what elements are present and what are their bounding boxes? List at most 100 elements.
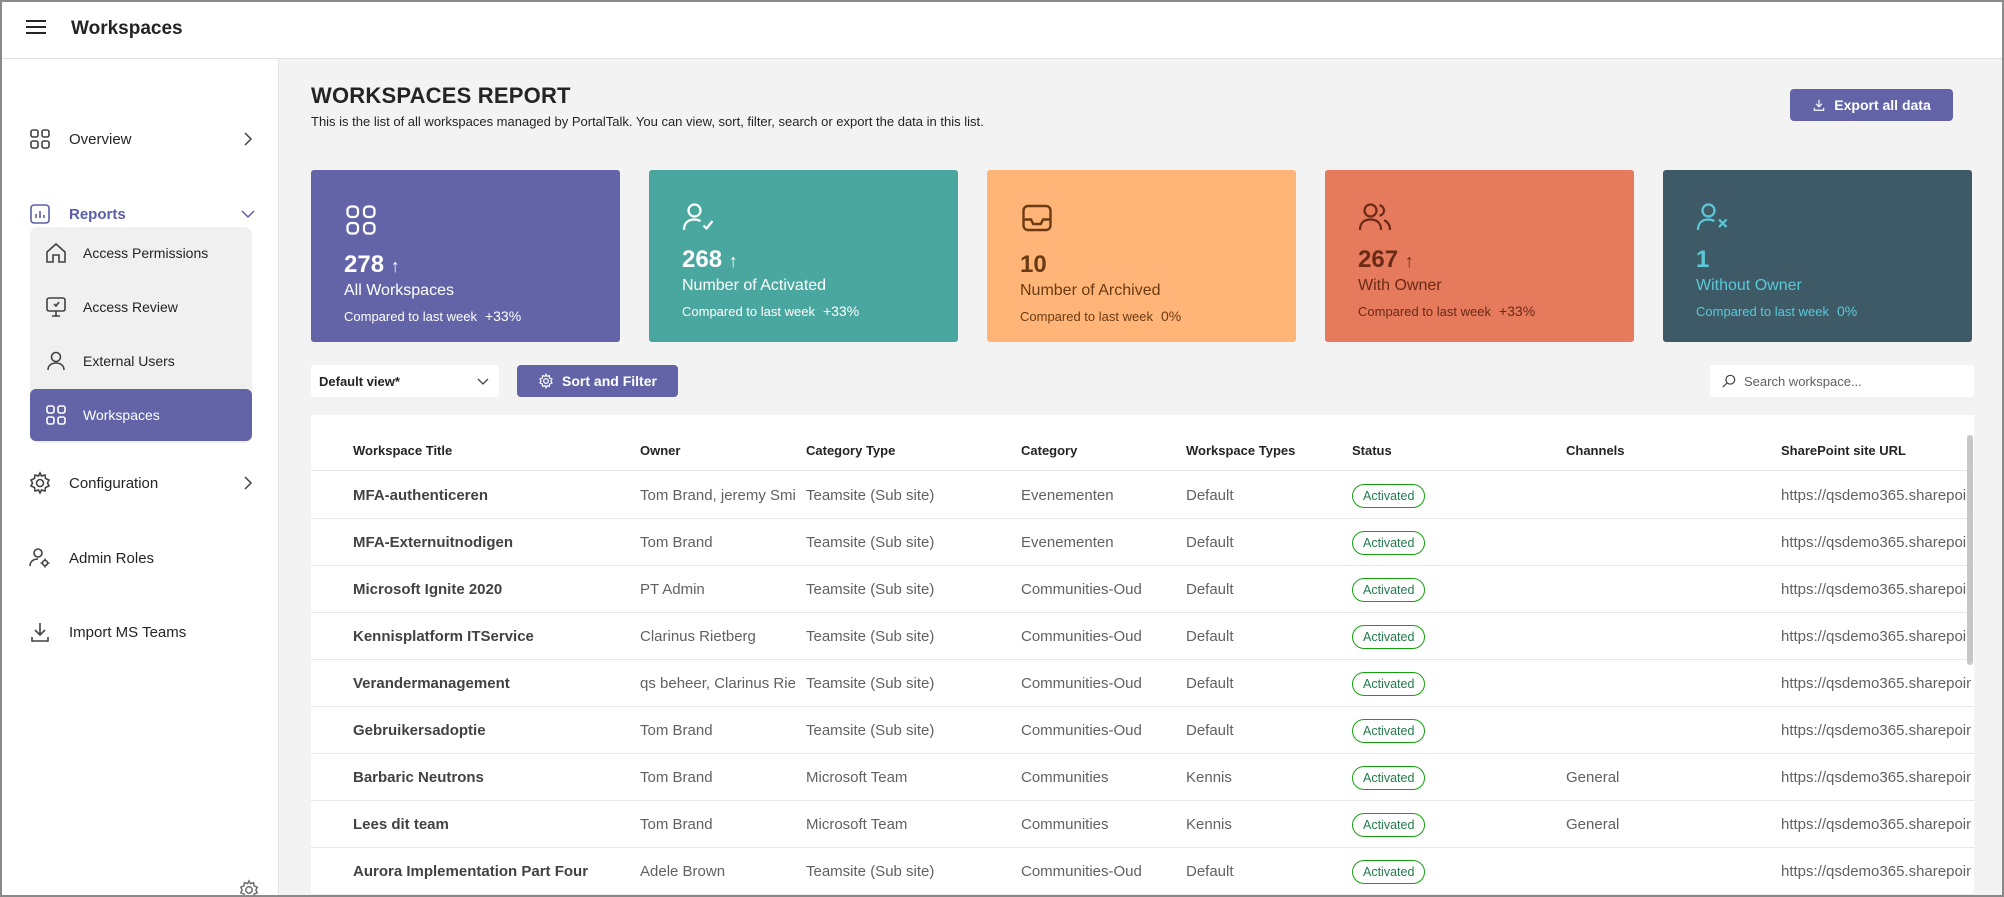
table-cell: Tom Brand bbox=[640, 722, 713, 739]
card-percent: +33% bbox=[484, 308, 522, 324]
table-cell: Default bbox=[1186, 675, 1234, 692]
sub-item-access-review[interactable]: Access Review bbox=[30, 281, 252, 333]
table-cell: General bbox=[1566, 816, 1620, 833]
search-input[interactable] bbox=[1744, 365, 1969, 397]
card-compare: Compared to last week bbox=[1020, 309, 1153, 324]
nav-import-ms-teams[interactable]: Import MS Teams bbox=[2, 604, 279, 660]
hamburger-menu-icon[interactable] bbox=[26, 20, 46, 38]
table-row[interactable]: Aurora Implementation Part Four Adele Bro… bbox=[311, 848, 1974, 895]
view-dropdown[interactable]: Default view* bbox=[311, 365, 499, 397]
stat-card-with-owner: 267 ↑ With Owner Compared to last week +3… bbox=[1325, 170, 1634, 342]
table-cell: https://qsdemo365.sharepoint.com bbox=[1781, 722, 1971, 739]
column-header[interactable]: Workspace Types bbox=[1186, 443, 1295, 458]
table-cell: Kennisplatform ITService bbox=[353, 628, 534, 645]
column-header[interactable]: Workspace Title bbox=[353, 443, 452, 458]
table-cell: Evenementen bbox=[1021, 534, 1114, 551]
search-icon bbox=[1722, 374, 1736, 388]
table-row[interactable]: Gebruikersadoptie Tom Brand Teamsite (Sub … bbox=[311, 707, 1974, 754]
status-badge: Activated bbox=[1352, 625, 1426, 649]
table-row[interactable]: Verandermanagement qs beheer, Clarinus Ri… bbox=[311, 660, 1974, 707]
sub-item-workspaces[interactable]: Workspaces bbox=[30, 389, 252, 441]
table-cell: MFA-Externuitnodigen bbox=[353, 534, 513, 551]
table-cell: Communities-Oud bbox=[1021, 863, 1142, 880]
column-header[interactable]: Owner bbox=[640, 443, 680, 458]
nav-admin-roles-label: Admin Roles bbox=[69, 549, 155, 567]
nav-overview[interactable]: Overview bbox=[2, 111, 279, 167]
app-window: Workspaces Overview Reports Access Permi… bbox=[0, 0, 2004, 897]
table-cell: Default bbox=[1186, 628, 1234, 645]
table-cell: Microsoft Ignite 2020 bbox=[353, 581, 503, 598]
column-header[interactable]: Category Type bbox=[806, 443, 895, 458]
table-cell: Teamsite (Sub site) bbox=[806, 487, 935, 504]
table-cell: Default bbox=[1186, 722, 1234, 739]
column-header[interactable]: Category bbox=[1021, 443, 1077, 458]
table-cell: Default bbox=[1186, 581, 1234, 598]
table-cell: https://qsdemo365.sharepoint.com bbox=[1781, 487, 1971, 504]
table-cell: Aurora Implementation Part Four bbox=[353, 863, 589, 880]
card-value: 1 bbox=[1696, 246, 1710, 273]
table-cell: Communities bbox=[1021, 769, 1109, 786]
stat-card-all-workspaces: 278 ↑ All Workspaces Compared to last we… bbox=[311, 170, 620, 342]
table-cell: Teamsite (Sub site) bbox=[806, 722, 935, 739]
sub-item-access-permissions[interactable]: Access Permissions bbox=[30, 227, 252, 279]
table-cell: Communities-Oud bbox=[1021, 722, 1142, 739]
table-cell: Teamsite (Sub site) bbox=[806, 534, 935, 551]
card-percent: 0% bbox=[1836, 303, 1858, 319]
card-value: 267 bbox=[1358, 246, 1399, 273]
table-cell: qs beheer, Clarinus Rietberg bbox=[640, 675, 795, 692]
status-badge: Activated bbox=[1352, 719, 1426, 743]
download-icon bbox=[31, 623, 49, 642]
search-box[interactable] bbox=[1710, 365, 1974, 397]
sort-and-filter-button[interactable]: Sort and Filter bbox=[517, 365, 678, 397]
scrollbar-thumb[interactable] bbox=[1967, 435, 1973, 665]
stat-card-without-owner: 1 Without Owner Compared to last week 0% bbox=[1663, 170, 1972, 342]
table-cell: Teamsite (Sub site) bbox=[806, 628, 935, 645]
card-percent: +33% bbox=[822, 303, 860, 319]
sub-item-label: Access Review bbox=[83, 299, 178, 315]
trend-up-icon: ↑ bbox=[1404, 251, 1414, 271]
table-cell: Gebruikersadoptie bbox=[353, 722, 486, 739]
person-check-icon bbox=[682, 203, 714, 231]
card-compare: Compared to last week bbox=[682, 304, 815, 319]
stat-card-archived: 10 Number of Archived Compared to last w… bbox=[987, 170, 1296, 342]
card-percent: +33% bbox=[1498, 303, 1536, 319]
table-cell: Default bbox=[1186, 534, 1234, 551]
sub-item-label: Workspaces bbox=[83, 407, 160, 423]
table-cell: Communities bbox=[1021, 816, 1109, 833]
table-cell: https://qsdemo365.sharepoint.com bbox=[1781, 769, 1971, 786]
stat-card-activated: 268 ↑ Number of Activated Compared to la… bbox=[649, 170, 958, 342]
card-label: Number of Activated bbox=[682, 277, 827, 294]
table-cell: https://qsdemo365.sharepoint.com bbox=[1781, 816, 1971, 833]
nav-configuration[interactable]: Configuration bbox=[2, 455, 279, 511]
table-scrollbar[interactable] bbox=[1966, 435, 1974, 895]
settings-gear-icon[interactable] bbox=[238, 879, 260, 897]
sub-item-label: External Users bbox=[83, 353, 175, 369]
nav-admin-roles[interactable]: Admin Roles bbox=[2, 530, 279, 586]
person-gear-icon bbox=[29, 548, 50, 568]
column-header[interactable]: SharePoint site URL bbox=[1781, 443, 1906, 458]
status-badge: Activated bbox=[1352, 766, 1426, 790]
home-icon bbox=[46, 242, 66, 263]
table-cell: General bbox=[1566, 769, 1620, 786]
card-percent: 0% bbox=[1160, 308, 1182, 324]
table-cell: https://qsdemo365.sharepoint.com bbox=[1781, 628, 1971, 645]
download-icon bbox=[1814, 99, 1825, 111]
table-row[interactable]: Microsoft Ignite 2020 PT Admin Teamsite (S… bbox=[311, 566, 1974, 613]
column-header[interactable]: Channels bbox=[1566, 443, 1625, 458]
table-row[interactable]: Kennisplatform ITService Clarinus Rietber… bbox=[311, 613, 1974, 660]
status-badge: Activated bbox=[1352, 531, 1426, 555]
table-row[interactable]: MFA-Externuitnodigen Tom Brand Teamsite (S… bbox=[311, 519, 1974, 566]
export-all-data-button[interactable]: Export all data bbox=[1790, 89, 1953, 121]
column-header[interactable]: Status bbox=[1352, 443, 1392, 458]
table-cell: Microsoft Team bbox=[806, 816, 908, 833]
trend-up-icon: ↑ bbox=[728, 251, 738, 271]
nav-configuration-label: Configuration bbox=[69, 474, 159, 492]
table-row[interactable]: MFA-authenticeren Tom Brand, jeremy Smith… bbox=[311, 472, 1974, 519]
table-row[interactable]: Barbaric Neutrons Tom Brand Microsoft Team… bbox=[311, 754, 1974, 801]
card-value: 10 bbox=[1020, 251, 1047, 278]
sub-item-external-users[interactable]: External Users bbox=[30, 335, 252, 387]
table-cell: Teamsite (Sub site) bbox=[806, 675, 935, 692]
table-cell: Communities-Oud bbox=[1021, 581, 1142, 598]
table-row[interactable]: Lees dit team Tom Brand Microsoft Team Comm… bbox=[311, 801, 1974, 848]
nav-reports-label: Reports bbox=[69, 205, 126, 223]
